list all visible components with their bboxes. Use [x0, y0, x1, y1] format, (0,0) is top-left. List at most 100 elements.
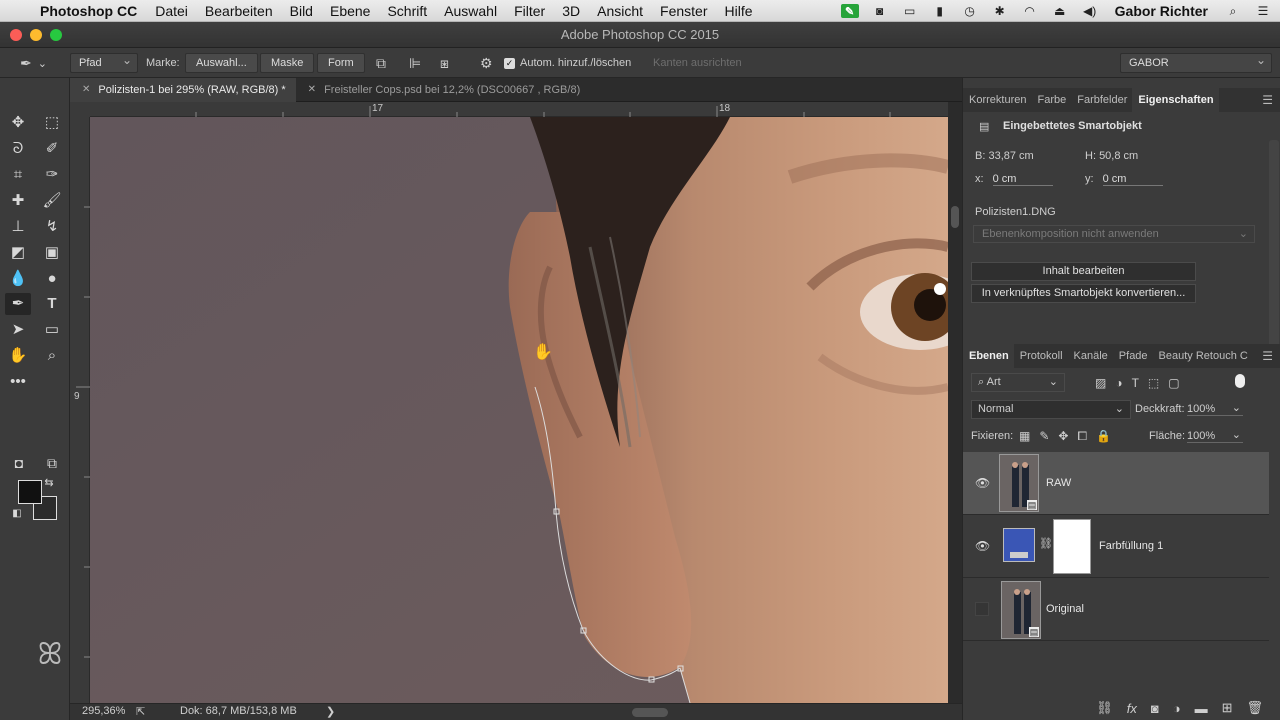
layer-filter-icons[interactable]: ▨◑T⬚▢ — [1095, 376, 1189, 390]
eyedropper-tool-icon[interactable]: ✑ — [39, 164, 65, 186]
layer-comp-select[interactable]: Ebenenkomposition nicht anwenden ⌄ — [973, 225, 1255, 243]
opacity-field[interactable]: 100% ⌄ — [1187, 402, 1243, 416]
horizontal-scrollbar-thumb[interactable] — [632, 708, 668, 717]
edit-contents-button[interactable]: Inhalt bearbeiten — [971, 262, 1196, 281]
display-icon[interactable]: ▭ — [901, 4, 919, 18]
adjustment-layer-icon[interactable]: ◑ — [1173, 701, 1181, 716]
clone-stamp-tool-icon[interactable]: ⊥ — [5, 216, 31, 238]
fill-color-thumbnail[interactable] — [1003, 528, 1035, 562]
visibility-eye-icon[interactable]: 👁 — [975, 539, 990, 553]
visibility-eye-icon[interactable]: 👁 — [975, 476, 990, 490]
tab-freisteller[interactable]: ✕ Freisteller Cops.psd bei 12,2% (DSC006… — [296, 78, 591, 102]
battery-icon[interactable]: ▮ — [931, 4, 949, 18]
path-arrangement-icon[interactable]: ⧆ — [440, 53, 449, 73]
type-tool-icon[interactable]: T — [39, 293, 65, 315]
lasso-tool-icon[interactable]: ᘐ — [5, 138, 31, 160]
gear-icon[interactable]: ⚙ — [480, 53, 493, 73]
layer-row-raw[interactable]: 👁 ▤ RAW — [963, 452, 1269, 515]
selection-button[interactable]: Auswahl... — [185, 53, 258, 73]
brush-tool-icon[interactable]: 🖌 — [39, 190, 65, 212]
menu-3d[interactable]: 3D — [562, 3, 580, 19]
path-alignment-icon[interactable]: ⊫ — [409, 53, 421, 73]
tool-mode-select[interactable]: Pfad — [70, 51, 138, 73]
bluetooth-icon[interactable]: ✱ — [991, 4, 1009, 18]
new-layer-icon[interactable]: ⊞ — [1222, 700, 1233, 716]
layer-row-original[interactable]: ▤ Original — [963, 578, 1269, 641]
gradient-tool-icon[interactable]: ▣ — [39, 242, 65, 264]
tab-close-icon[interactable]: ✕ — [308, 78, 316, 102]
visibility-toggle-off[interactable] — [975, 602, 989, 616]
crop-tool-icon[interactable]: ⌗ — [5, 164, 31, 186]
healing-brush-tool-icon[interactable]: ✚ — [5, 190, 31, 212]
quick-mask-icon[interactable]: ◘ — [6, 452, 32, 474]
new-group-icon[interactable]: ▬ — [1195, 701, 1208, 716]
screen-mode-icon[interactable]: ⧉ — [39, 452, 65, 474]
height-value[interactable]: 50,8 cm — [1099, 150, 1138, 162]
auto-add-delete-checkbox[interactable]: ✓ — [504, 57, 515, 69]
path-operations-icon[interactable]: ⧉ — [376, 53, 386, 73]
window-minimize-button[interactable] — [30, 29, 42, 41]
history-brush-tool-icon[interactable]: ↯ — [39, 216, 65, 238]
dodge-tool-icon[interactable]: ● — [39, 268, 65, 290]
menu-auswahl[interactable]: Auswahl — [444, 3, 497, 19]
zoom-level[interactable]: 295,36% — [82, 705, 125, 717]
notification-list-icon[interactable]: ☰ — [1254, 4, 1272, 18]
default-colors-icon[interactable]: ◧ — [10, 503, 24, 525]
export-icon[interactable]: ⇱ — [136, 705, 145, 718]
tab-kanaele[interactable]: Kanäle — [1068, 344, 1113, 368]
volume-icon[interactable]: ◀) — [1081, 4, 1099, 18]
spotlight-search-icon[interactable]: ⌕ — [1224, 4, 1242, 18]
path-selection-tool-icon[interactable]: ➤ — [5, 319, 31, 341]
menu-app-name[interactable]: Photoshop CC — [40, 3, 137, 19]
blend-mode-select[interactable]: Normal ⌄ — [971, 400, 1131, 419]
tab-protokoll[interactable]: Protokoll — [1014, 344, 1068, 368]
canvas-vertical-scrollbar[interactable] — [948, 102, 962, 703]
tab-beauty-retouch[interactable]: Beauty Retouch C — [1153, 344, 1253, 368]
eject-icon[interactable]: ⏏ — [1051, 4, 1069, 18]
add-mask-icon[interactable]: ◙ — [1151, 701, 1159, 716]
tab-polizisten[interactable]: ✕ Polizisten-1 bei 295% (RAW, RGB/8) * — [70, 77, 296, 102]
pen-tool-icon[interactable]: ✒ — [5, 293, 31, 315]
tab-korrekturen[interactable]: Korrekturen — [963, 88, 1031, 112]
horizontal-ruler[interactable]: 17 18 — [90, 102, 948, 117]
menu-hilfe[interactable]: Hilfe — [725, 3, 753, 19]
mask-button[interactable]: Maske — [260, 53, 315, 73]
status-menu-arrow[interactable]: ❯ — [326, 705, 335, 718]
menu-fenster[interactable]: Fenster — [660, 3, 707, 19]
rectangle-tool-icon[interactable]: ▭ — [39, 319, 65, 341]
time-machine-icon[interactable]: ◷ — [961, 4, 979, 18]
ruler-origin[interactable] — [70, 102, 90, 117]
eraser-tool-icon[interactable]: ◩ — [5, 242, 31, 264]
layer-name[interactable]: RAW — [1046, 477, 1071, 489]
x-field[interactable]: 0 cm — [992, 173, 1053, 186]
swap-colors-icon[interactable]: ⇆ — [42, 472, 56, 494]
window-maximize-button[interactable] — [50, 29, 62, 41]
menu-schrift[interactable]: Schrift — [387, 3, 427, 19]
layer-filter-select[interactable]: ⌕ Art ⌄ — [971, 373, 1065, 392]
evernote-icon[interactable]: ✎ — [840, 4, 859, 18]
user-name[interactable]: Gabor Richter — [1115, 3, 1208, 19]
y-field[interactable]: 0 cm — [1102, 173, 1163, 186]
layer-row-farbfuellung[interactable]: 👁 ⛓ Farbfüllung 1 — [963, 515, 1269, 578]
trash-icon[interactable]: 🗑 — [1246, 700, 1263, 716]
panel-menu-icon[interactable]: ☰ — [1262, 349, 1273, 363]
layer-mask-thumbnail[interactable] — [1053, 519, 1091, 574]
wifi-icon[interactable]: ◠ — [1021, 4, 1039, 18]
move-tool-icon[interactable]: ✥ — [5, 112, 31, 134]
pen-tool-preset-icon[interactable]: ✒ ⌄ — [20, 53, 47, 73]
panel-menu-icon[interactable]: ☰ — [1262, 93, 1273, 107]
menu-bild[interactable]: Bild — [290, 3, 313, 19]
blur-tool-icon[interactable]: 💧 — [5, 268, 31, 290]
window-close-button[interactable] — [10, 29, 22, 41]
vertical-ruler[interactable]: 9 — [70, 117, 90, 703]
menu-bearbeiten[interactable]: Bearbeiten — [205, 3, 273, 19]
link-layers-icon[interactable]: ⛓ — [1096, 700, 1113, 716]
fill-field[interactable]: 100% ⌄ — [1187, 429, 1243, 443]
width-value[interactable]: 33,87 cm — [988, 150, 1033, 162]
camera-icon[interactable]: ◙ — [871, 4, 889, 18]
layer-style-fx-icon[interactable]: fx — [1127, 701, 1137, 716]
more-tools-icon[interactable]: ••• — [5, 371, 31, 393]
shape-button[interactable]: Form — [317, 53, 365, 73]
tab-eigenschaften[interactable]: Eigenschaften — [1132, 88, 1219, 112]
menu-filter[interactable]: Filter — [514, 3, 545, 19]
